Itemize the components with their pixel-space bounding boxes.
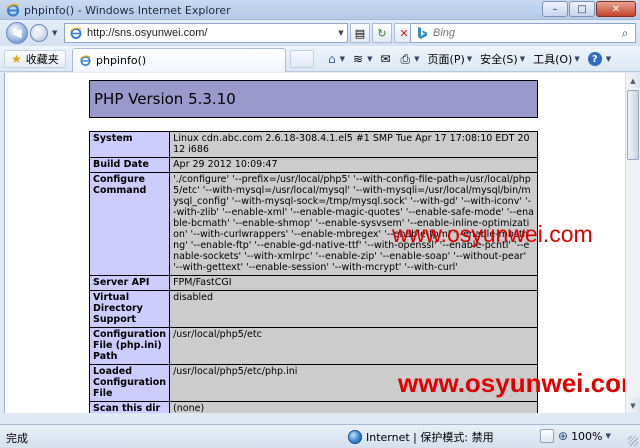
scroll-up-button[interactable]: ▲ [626,73,640,88]
search-input[interactable] [433,27,615,39]
help-menu[interactable]: ? ▼ [587,52,612,66]
zoom-level: 100% [571,429,603,443]
safety-menu[interactable]: 安全(S) ▼ [480,51,525,67]
tab-phpinfo[interactable]: phpinfo() [72,48,286,72]
row-label: Configuration File (php.ini) Path [88,327,171,365]
row-label: Configure Command [88,172,171,276]
chevron-down-icon: ▼ [339,55,346,63]
globe-icon [348,430,362,444]
navigation-bar: ◀ ▶ ▼ ▼ ▤ ↻ ✕ ⌕ [0,20,640,46]
chevron-down-icon: ▼ [574,55,580,63]
scroll-down-button[interactable]: ▼ [626,398,640,413]
zoom-icon: ⊕ [558,429,569,443]
maximize-button[interactable]: □ [569,1,595,17]
status-bar: 完成 Internet | 保护模式: 禁用 ⊕ 100% ▼ [0,424,640,448]
scrollbar-thumb[interactable] [627,90,639,160]
search-box[interactable]: ⌕ [410,23,636,43]
row-value: (none) [169,401,538,413]
bing-icon [418,27,427,39]
table-row: Configuration File (php.ini) Path/usr/lo… [88,327,538,365]
chevron-down-icon: ▼ [367,55,373,63]
row-label: Build Date [88,157,171,173]
resize-gripper[interactable] [628,436,638,446]
table-row: Virtual Directory Support disabled [88,290,538,328]
home-button[interactable]: ⌂ ▼ [328,52,345,66]
back-button[interactable]: ◀ [6,22,28,44]
status-text: 完成 [6,432,28,445]
page-icon [70,27,82,39]
chevron-down-icon: ▼ [466,55,473,63]
star-icon: ★ [11,52,22,66]
window-title: phpinfo() - Windows Internet Explorer [24,4,231,17]
tools-menu-label: 工具(O) [533,53,573,66]
zone-label: Internet | 保护模式: 禁用 [366,431,494,444]
window-controls: – □ ✕ [541,1,636,17]
refresh-button[interactable]: ↻ [372,23,392,43]
row-label: Scan this dir for [88,401,171,413]
tools-menu[interactable]: 工具(O) ▼ [533,51,580,67]
watermark-text: www.osyunwei.com [392,221,593,247]
address-tools: ▤ ↻ ✕ [350,23,416,43]
row-value: /usr/local/php5/etc [169,327,538,365]
row-value: FPM/FastCGI [169,275,538,291]
security-settings-icon[interactable] [540,429,554,443]
row-label: System [88,131,171,158]
safety-menu-label: 安全(S) [480,53,518,66]
page-icon [80,55,91,66]
favorites-bar: ★ 收藏夹 phpinfo() ⌂ ▼ ≋ ▼ ✉ ⎙ ▼ 页面(P) ▼ 安全… [0,46,640,72]
row-label: Virtual Directory Support [88,290,171,328]
row-value: Apr 29 2012 10:09:47 [169,157,538,173]
mail-icon: ✉ [380,52,391,66]
print-button[interactable]: ⎙ ▼ [401,52,420,67]
row-value: Linux cdn.abc.com 2.6.18-308.4.1.el5 #1 … [169,131,538,158]
page-menu[interactable]: 页面(P) ▼ [428,51,473,67]
recent-pages-dropdown[interactable]: ▼ [52,29,57,37]
row-label: Loaded Configuration File [88,364,171,402]
forward-button[interactable]: ▶ [30,24,48,42]
chevron-down-icon: ▼ [605,55,612,63]
feeds-icon: ≋ [353,52,364,66]
php-version-header: PHP Version 5.3.10 [89,80,538,118]
favorites-button[interactable]: ★ 收藏夹 [4,50,66,68]
favorites-label: 收藏夹 [25,53,59,66]
address-dropdown-icon[interactable]: ▼ [335,29,347,37]
tab-title: phpinfo() [96,54,147,67]
chevron-down-icon: ▼ [519,55,526,63]
table-row: Scan this dir for(none) [88,401,538,413]
table-row: System Linux cdn.abc.com 2.6.18-308.4.1.e… [88,131,538,158]
home-icon: ⌂ [328,52,336,66]
address-input[interactable] [87,27,335,39]
feeds-button[interactable]: ≋ ▼ [353,52,372,66]
phpinfo-container: PHP Version 5.3.10 System Linux cdn.abc.c… [88,80,538,413]
table-row: Server API FPM/FastCGI [88,275,538,291]
print-icon: ⎙ [400,51,411,66]
window-titlebar: phpinfo() - Windows Internet Explorer – … [0,0,640,20]
watermark-text-large: www.osyunwei.com [398,368,640,398]
compatibility-view-button[interactable]: ▤ [350,23,370,43]
vertical-scrollbar[interactable]: ▲ ▼ [625,73,640,413]
command-bar: ⌂ ▼ ≋ ▼ ✉ ⎙ ▼ 页面(P) ▼ 安全(S) ▼ 工具(O) ▼ ? … [328,50,619,68]
close-button[interactable]: ✕ [596,1,636,17]
table-row: Build Date Apr 29 2012 10:09:47 [88,157,538,173]
chevron-down-icon: ▼ [414,55,420,63]
search-icon[interactable]: ⌕ [615,26,635,41]
row-value: disabled [169,290,538,328]
ie-logo-icon [6,3,20,17]
page-menu-label: 页面(P) [427,53,465,66]
security-zone[interactable]: Internet | 保护模式: 禁用 [348,429,494,445]
read-mail-button[interactable]: ✉ [380,52,392,66]
new-tab-button[interactable] [290,50,314,68]
php-version-title: PHP Version 5.3.10 [94,90,236,108]
chevron-down-icon: ▼ [605,432,611,440]
zoom-control[interactable]: ⊕ 100% ▼ [540,429,611,443]
minimize-button[interactable]: – [542,1,568,17]
help-icon: ? [587,52,602,66]
address-bar[interactable]: ▼ [64,23,348,43]
row-label: Server API [88,275,171,291]
